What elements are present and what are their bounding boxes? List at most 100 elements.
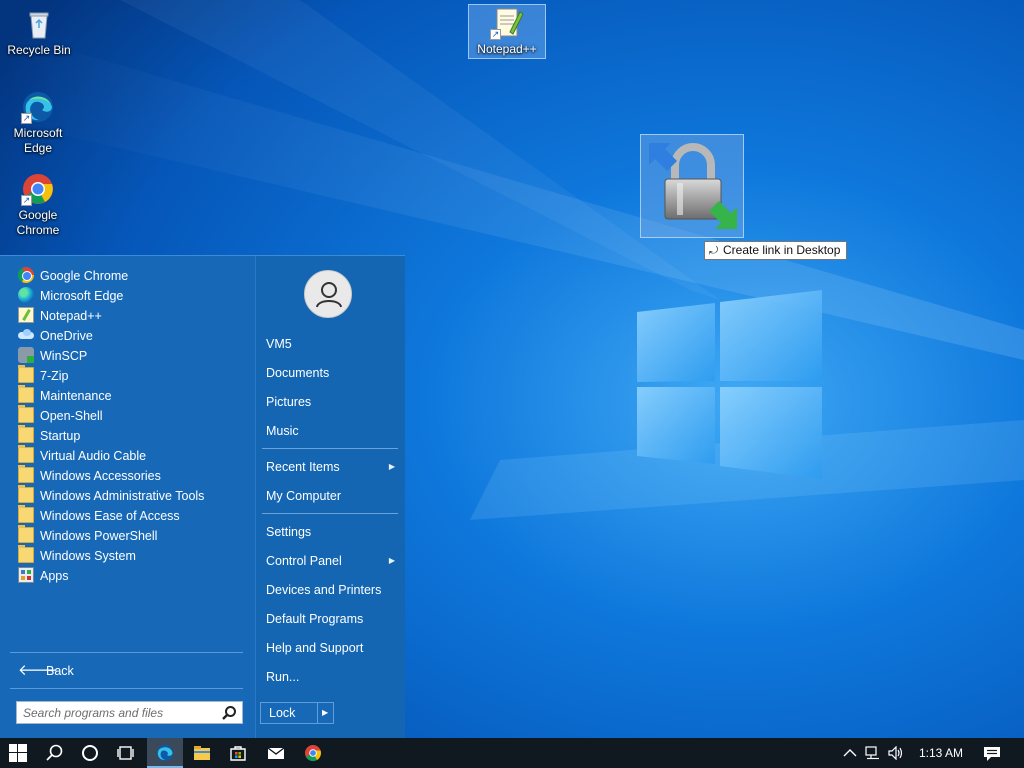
- program-label: Google Chrome: [40, 269, 129, 283]
- program-folder-windows-powershell[interactable]: Windows PowerShell: [10, 525, 245, 546]
- store-icon: [230, 746, 246, 761]
- program-item-onedrive[interactable]: OneDrive: [10, 326, 245, 346]
- volume-tray-button[interactable]: [885, 738, 907, 768]
- drag-ghost: [640, 134, 744, 238]
- shortcut-arrow-icon: ↗: [21, 113, 32, 124]
- folder-icon: [18, 465, 34, 483]
- folder-icon: [18, 545, 34, 563]
- taskbar-edge-button[interactable]: [147, 738, 183, 768]
- desktop-icon-recycle-bin[interactable]: Recycle Bin: [1, 3, 77, 58]
- menu-item-music[interactable]: Music: [266, 419, 398, 443]
- show-hidden-icons-button[interactable]: [839, 738, 861, 768]
- edge-icon: [157, 745, 173, 761]
- program-label: Windows Accessories: [40, 469, 161, 483]
- menu-item-devices-and-printers[interactable]: Devices and Printers: [266, 578, 398, 602]
- program-item-microsoft-edge[interactable]: Microsoft Edge: [10, 286, 245, 306]
- program-folder-7zip[interactable]: 7-Zip: [10, 365, 245, 386]
- submenu-arrow-icon: ▶: [388, 556, 395, 565]
- taskbar-search-button[interactable]: [37, 738, 73, 768]
- folder-icon: [18, 365, 34, 383]
- shortcut-arrow-icon: ↗: [21, 195, 32, 206]
- desktop-icon-label: Notepad++: [477, 42, 537, 56]
- chrome-icon: [305, 745, 321, 762]
- store-button[interactable]: [220, 738, 256, 768]
- menu-item-default-programs[interactable]: Default Programs: [266, 607, 398, 631]
- desktop-icon-label: Recycle Bin: [7, 43, 71, 57]
- separator: [262, 448, 398, 449]
- program-folder-virtual-audio-cable[interactable]: Virtual Audio Cable: [10, 445, 245, 466]
- task-view-button[interactable]: [108, 738, 144, 768]
- program-label: Windows PowerShell: [40, 529, 158, 543]
- cortana-button[interactable]: [72, 738, 108, 768]
- file-explorer-icon: [194, 746, 210, 760]
- program-folder-windows-system[interactable]: Windows System: [10, 545, 245, 566]
- separator: [10, 652, 243, 653]
- program-item-winscp[interactable]: WinSCP: [10, 346, 245, 366]
- program-label: WinSCP: [40, 349, 88, 363]
- program-label: Maintenance: [40, 389, 112, 403]
- user-avatar[interactable]: [304, 270, 352, 318]
- folder-icon: [18, 485, 34, 503]
- menu-item-control-panel[interactable]: Control Panel ▶: [266, 549, 398, 573]
- shortcut-arrow-icon: ↗: [490, 29, 501, 40]
- program-label: Microsoft Edge: [40, 289, 124, 303]
- program-item-apps[interactable]: Apps: [10, 566, 245, 586]
- search-box[interactable]: [16, 701, 243, 724]
- desktop-icon-microsoft-edge[interactable]: ↗ Microsoft Edge: [0, 86, 76, 156]
- desktop-icon-label: Google Chrome: [16, 208, 60, 237]
- separator: [317, 703, 318, 723]
- menu-item-user[interactable]: VM5: [266, 332, 398, 356]
- network-icon: [865, 746, 879, 760]
- edge-icon: ↗: [21, 90, 55, 124]
- notepadpp-icon: ↗: [490, 6, 524, 40]
- search-icon[interactable]: [221, 705, 237, 721]
- taskbar-chrome-button[interactable]: [295, 738, 331, 768]
- program-folder-open-shell[interactable]: Open-Shell: [10, 405, 245, 426]
- lock-options-arrow-icon[interactable]: ▶: [322, 703, 328, 723]
- clock[interactable]: 1:13 AM: [910, 738, 972, 768]
- program-folder-maintenance[interactable]: Maintenance: [10, 385, 245, 406]
- menu-item-recent-items[interactable]: Recent Items ▶: [266, 455, 398, 479]
- program-item-google-chrome[interactable]: Google Chrome: [10, 266, 245, 286]
- apps-icon: [18, 567, 34, 583]
- menu-item-run[interactable]: Run...: [266, 665, 398, 689]
- file-explorer-button[interactable]: [184, 738, 220, 768]
- folder-icon: [18, 445, 34, 463]
- action-center-button[interactable]: [980, 738, 1004, 768]
- chevron-up-icon: [843, 749, 857, 757]
- drag-tooltip-text: Create link in Desktop: [723, 243, 841, 257]
- chrome-icon: [18, 267, 34, 283]
- program-folder-windows-administrative-tools[interactable]: Windows Administrative Tools: [10, 485, 245, 506]
- program-label: Windows Administrative Tools: [40, 489, 205, 503]
- program-label: Virtual Audio Cable: [40, 449, 147, 463]
- menu-item-my-computer[interactable]: My Computer: [266, 484, 398, 508]
- network-tray-button[interactable]: [862, 738, 884, 768]
- menu-item-help-and-support[interactable]: Help and Support: [266, 636, 398, 660]
- menu-item-pictures[interactable]: Pictures: [266, 390, 398, 414]
- program-label: 7-Zip: [40, 369, 69, 383]
- back-button[interactable]: 🡐Back: [10, 660, 243, 682]
- menu-item-documents[interactable]: Documents: [266, 361, 398, 385]
- lock-button[interactable]: Lock ▶: [260, 702, 334, 724]
- start-button[interactable]: [0, 738, 36, 768]
- search-input[interactable]: [17, 702, 217, 723]
- desktop-icon-notepadpp[interactable]: ↗ Notepad++: [468, 4, 546, 59]
- program-folder-windows-accessories[interactable]: Windows Accessories: [10, 465, 245, 486]
- program-label: Windows System: [40, 549, 136, 563]
- desktop-icon-label: Microsoft Edge: [13, 126, 63, 155]
- program-label: Open-Shell: [40, 409, 103, 423]
- program-label: Startup: [40, 429, 81, 443]
- mail-button[interactable]: [258, 738, 294, 768]
- program-folder-windows-ease-of-access[interactable]: Windows Ease of Access: [10, 505, 245, 526]
- folder-icon: [18, 405, 34, 423]
- volume-icon: [888, 746, 903, 760]
- desktop-icon-google-chrome[interactable]: ↗ Google Chrome: [0, 168, 76, 238]
- program-folder-startup[interactable]: Startup: [10, 425, 245, 446]
- menu-item-settings[interactable]: Settings: [266, 520, 398, 544]
- start-menu-places-pane: VM5 Documents Pictures Music Recent Item…: [255, 256, 405, 739]
- folder-icon: [18, 525, 34, 543]
- start-menu: Google Chrome Microsoft Edge Notepad++ O…: [0, 255, 405, 739]
- program-label: Windows Ease of Access: [40, 509, 180, 523]
- program-item-notepadpp[interactable]: Notepad++: [10, 306, 245, 326]
- recycle-bin-icon: [22, 7, 56, 41]
